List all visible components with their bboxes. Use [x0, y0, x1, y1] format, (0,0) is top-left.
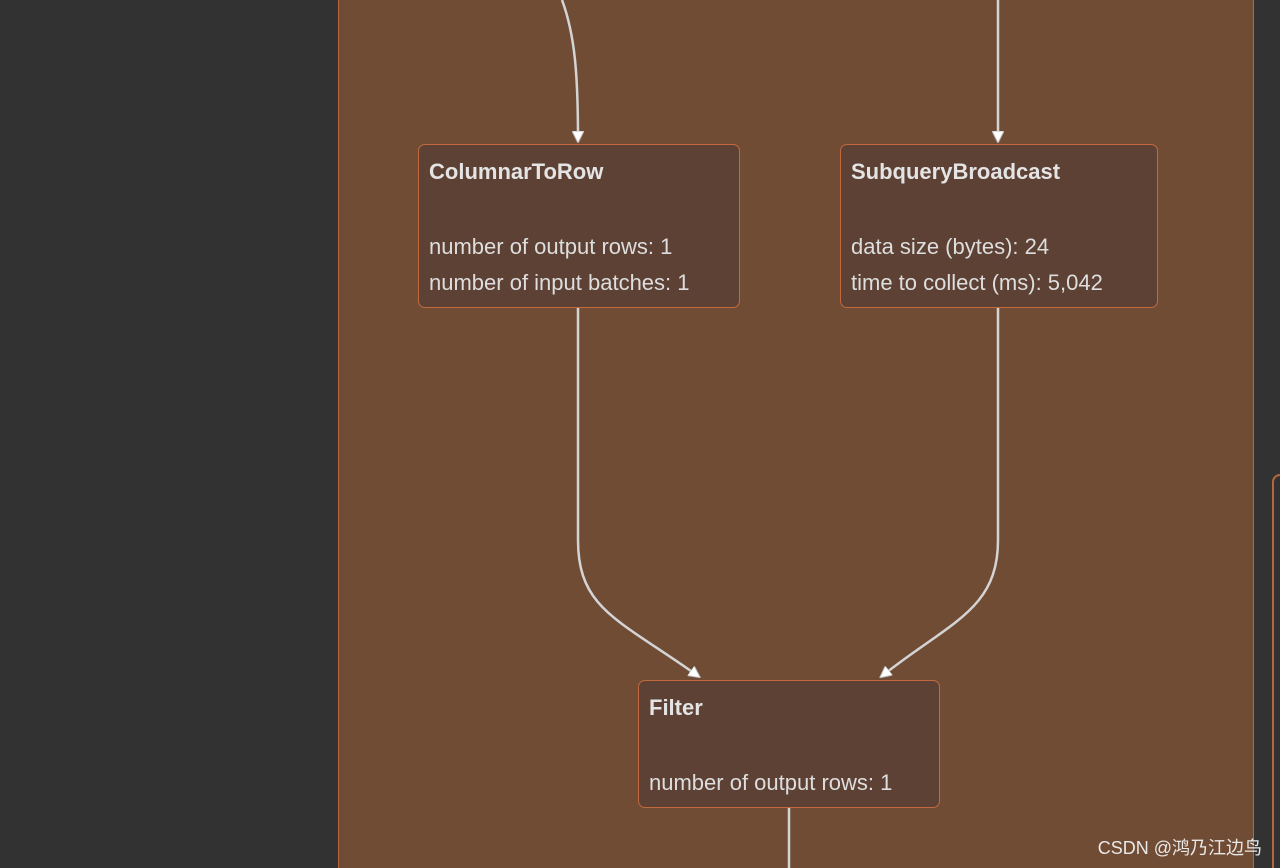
- plan-canvas: ColumnarToRow number of output rows: 1 n…: [0, 0, 1280, 868]
- node-subquerybroadcast[interactable]: SubqueryBroadcast data size (bytes): 24 …: [840, 144, 1158, 308]
- edge-columnartorow-to-filter: [576, 308, 698, 676]
- metric-input-batches: number of input batches: 1: [429, 270, 690, 295]
- node-columnartorow[interactable]: ColumnarToRow number of output rows: 1 n…: [418, 144, 740, 308]
- node-filter[interactable]: Filter number of output rows: 1: [638, 680, 940, 808]
- watermark: CSDN @鸿乃江边鸟: [1097, 838, 1262, 858]
- metric-time-to-collect: time to collect (ms): 5,042: [851, 270, 1103, 295]
- node-title: Filter: [649, 695, 703, 720]
- metric-output-rows: number of output rows: 1: [649, 770, 893, 795]
- metric-data-size: data size (bytes): 24: [851, 234, 1050, 259]
- edge-into-columnartorow: [560, 0, 578, 140]
- node-title: SubqueryBroadcast: [851, 159, 1061, 184]
- metric-output-rows: number of output rows: 1: [429, 234, 673, 259]
- edge-subquerybroadcast-to-filter: [882, 308, 1000, 676]
- node-title: ColumnarToRow: [429, 159, 604, 184]
